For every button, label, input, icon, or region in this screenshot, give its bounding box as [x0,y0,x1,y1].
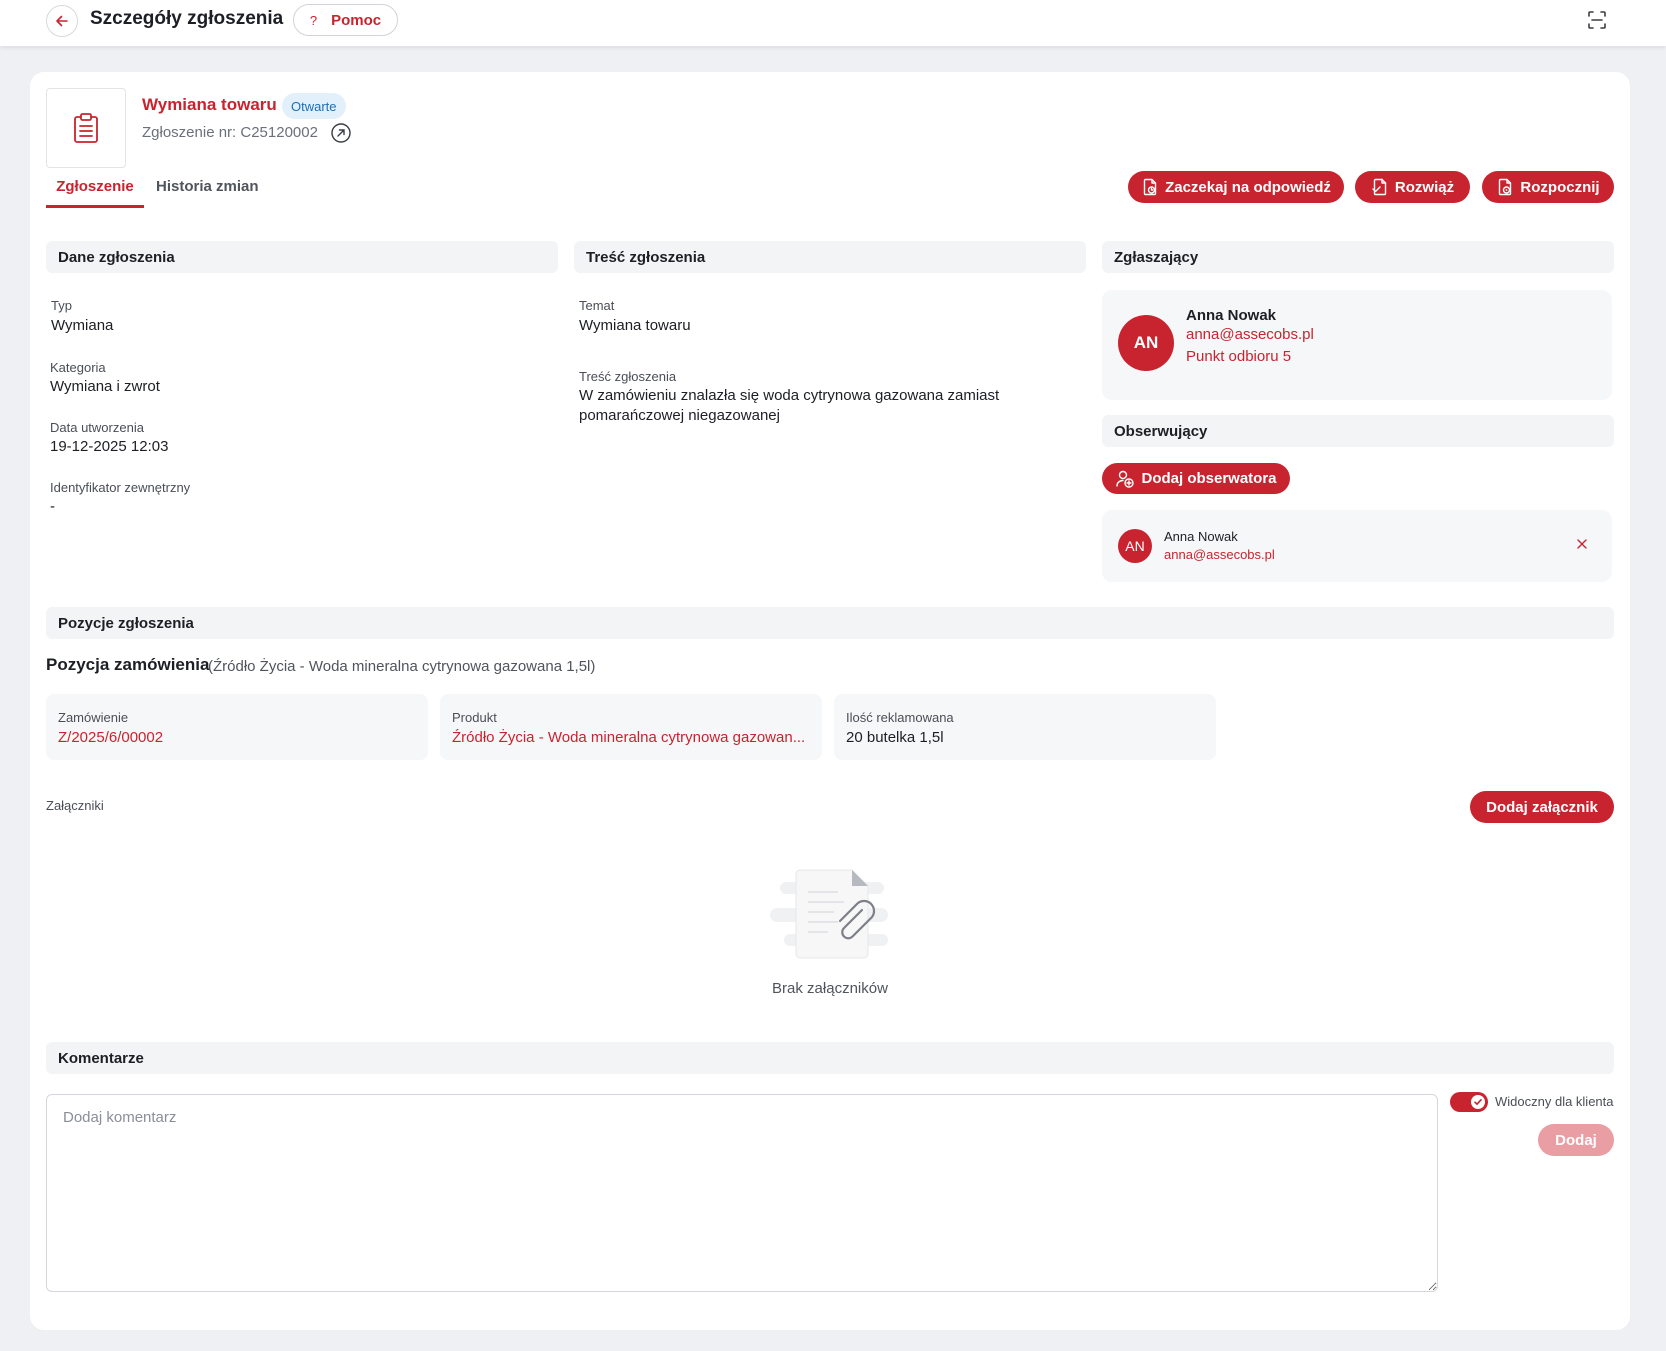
start-button[interactable]: Rozpocznij [1482,171,1614,203]
clipboard-icon [74,113,98,143]
body-label: Treść zgłoszenia [579,369,677,384]
type-value: Wymiana [51,317,114,334]
position-title: Pozycja zamówienia [46,655,210,674]
body-line-1: W zamówieniu znalazła się woda cytrynowa… [579,387,1000,404]
help-button[interactable]: ? Pomoc [293,4,398,36]
requester-name: Anna Nowak [1186,307,1277,324]
back-button[interactable] [46,5,78,37]
observer-item: AN Anna Nowak anna@assecobs.pl [1102,510,1612,582]
comment-input[interactable] [46,1094,1438,1292]
order-link[interactable]: Z/2025/6/00002 [58,729,420,746]
page-title: Szczegóły zgłoszenia [90,8,284,29]
resolve-label: Rozwiąż [1394,178,1455,196]
resolve-button[interactable]: Rozwiąż [1355,171,1470,203]
file-check-icon [1372,178,1387,196]
observer-email-link[interactable]: anna@assecobs.pl [1164,547,1275,562]
observers-section-header: Obserwujący [1102,415,1614,447]
wait-for-reply-label: Zaczekaj na odpowiedź [1165,178,1331,196]
attachment-placeholder-icon [770,862,894,962]
close-icon [1577,539,1587,549]
requester-email-link[interactable]: anna@assecobs.pl [1186,326,1314,343]
type-label: Typ [51,298,72,313]
start-label: Rozpocznij [1520,178,1600,196]
product-label: Produkt [452,710,497,725]
requester-section-header: Zgłaszający [1102,241,1614,273]
remove-observer-button[interactable] [1574,536,1590,552]
comments-section-header: Komentarze [46,1042,1614,1074]
fullscreen-icon [1588,11,1606,29]
help-button-label: Pomoc [331,11,382,29]
ticket-number: Zgłoszenie nr: C25120002 [142,124,318,141]
add-attachment-button[interactable]: Dodaj załącznik [1470,791,1614,823]
positions-section-header: Pozycje zgłoszenia [46,607,1614,639]
external-id-label: Identyfikator zewnętrzny [50,480,191,495]
product-link[interactable]: Źródło Życia - Woda mineralna cytrynowa … [452,729,814,746]
ticket-icon-box [46,88,126,168]
check-icon [1474,1099,1482,1105]
quantity-card: Ilość reklamowana 20 butelka 1,5l [834,694,1216,760]
tab-historia-zmian[interactable]: Historia zmian [156,178,259,195]
add-observer-label: Dodaj obserwatora [1141,470,1277,487]
visible-to-client-toggle[interactable] [1450,1092,1488,1112]
observer-name: Anna Nowak [1164,529,1238,544]
tab-zgloszenie[interactable]: Zgłoszenie [46,178,144,208]
avatar: AN [1118,315,1174,371]
add-comment-button[interactable]: Dodaj [1538,1124,1614,1156]
arrow-left-icon [56,15,68,27]
category-value: Wymiana i zwrot [50,378,160,395]
subject-value: Wymiana towaru [579,317,691,334]
created-date-value: 19-12-2025 12:03 [50,438,169,455]
quantity-label: Ilość reklamowana [846,710,954,725]
requester-card: AN Anna Nowak anna@assecobs.pl Punkt odb… [1102,290,1612,400]
toggle-knob [1471,1095,1485,1109]
external-link-button[interactable] [330,122,352,144]
file-clock-icon [1143,178,1157,196]
no-attachments-text: Brak załączników [772,980,888,997]
top-bar: Szczegóły zgłoszenia ? Pomoc [0,0,1666,46]
quantity-value: 20 butelka 1,5l [846,729,944,746]
attachments-label: Załączniki [46,798,104,813]
order-card: Zamówienie Z/2025/6/00002 [46,694,428,760]
add-observer-button[interactable]: Dodaj obserwatora [1102,463,1290,494]
category-label: Kategoria [50,360,106,375]
add-attachment-label: Dodaj załącznik [1486,798,1598,816]
details-section-header: Dane zgłoszenia [46,241,558,273]
status-badge: Otwarte [282,93,346,119]
position-subtitle: (Źródło Życia - Woda mineralna cytrynowa… [208,658,596,675]
content-section-header: Treść zgłoszenia [574,241,1086,273]
subject-label: Temat [579,298,615,313]
wait-for-reply-button[interactable]: Zaczekaj na odpowiedź [1128,171,1344,203]
user-add-icon [1116,470,1135,488]
avatar: AN [1118,529,1152,563]
ticket-title: Wymiana towaru [142,95,277,114]
product-card: Produkt Źródło Życia - Woda mineralna cy… [440,694,822,760]
file-play-icon [1499,178,1512,196]
external-link-icon [331,123,351,143]
visible-to-client-label: Widoczny dla klienta [1495,1094,1614,1109]
created-date-label: Data utworzenia [50,420,144,435]
ticket-details-card: Wymiana towaru Otwarte Zgłoszenie nr: C2… [30,72,1630,1330]
body-line-2: pomarańczowej niegazowanej [579,407,780,424]
question-icon: ? [309,12,318,28]
fullscreen-button[interactable] [1585,8,1609,32]
external-id-value: - [50,498,55,515]
order-label: Zamówienie [58,710,129,725]
requester-pickup-point-link[interactable]: Punkt odbioru 5 [1186,348,1291,365]
